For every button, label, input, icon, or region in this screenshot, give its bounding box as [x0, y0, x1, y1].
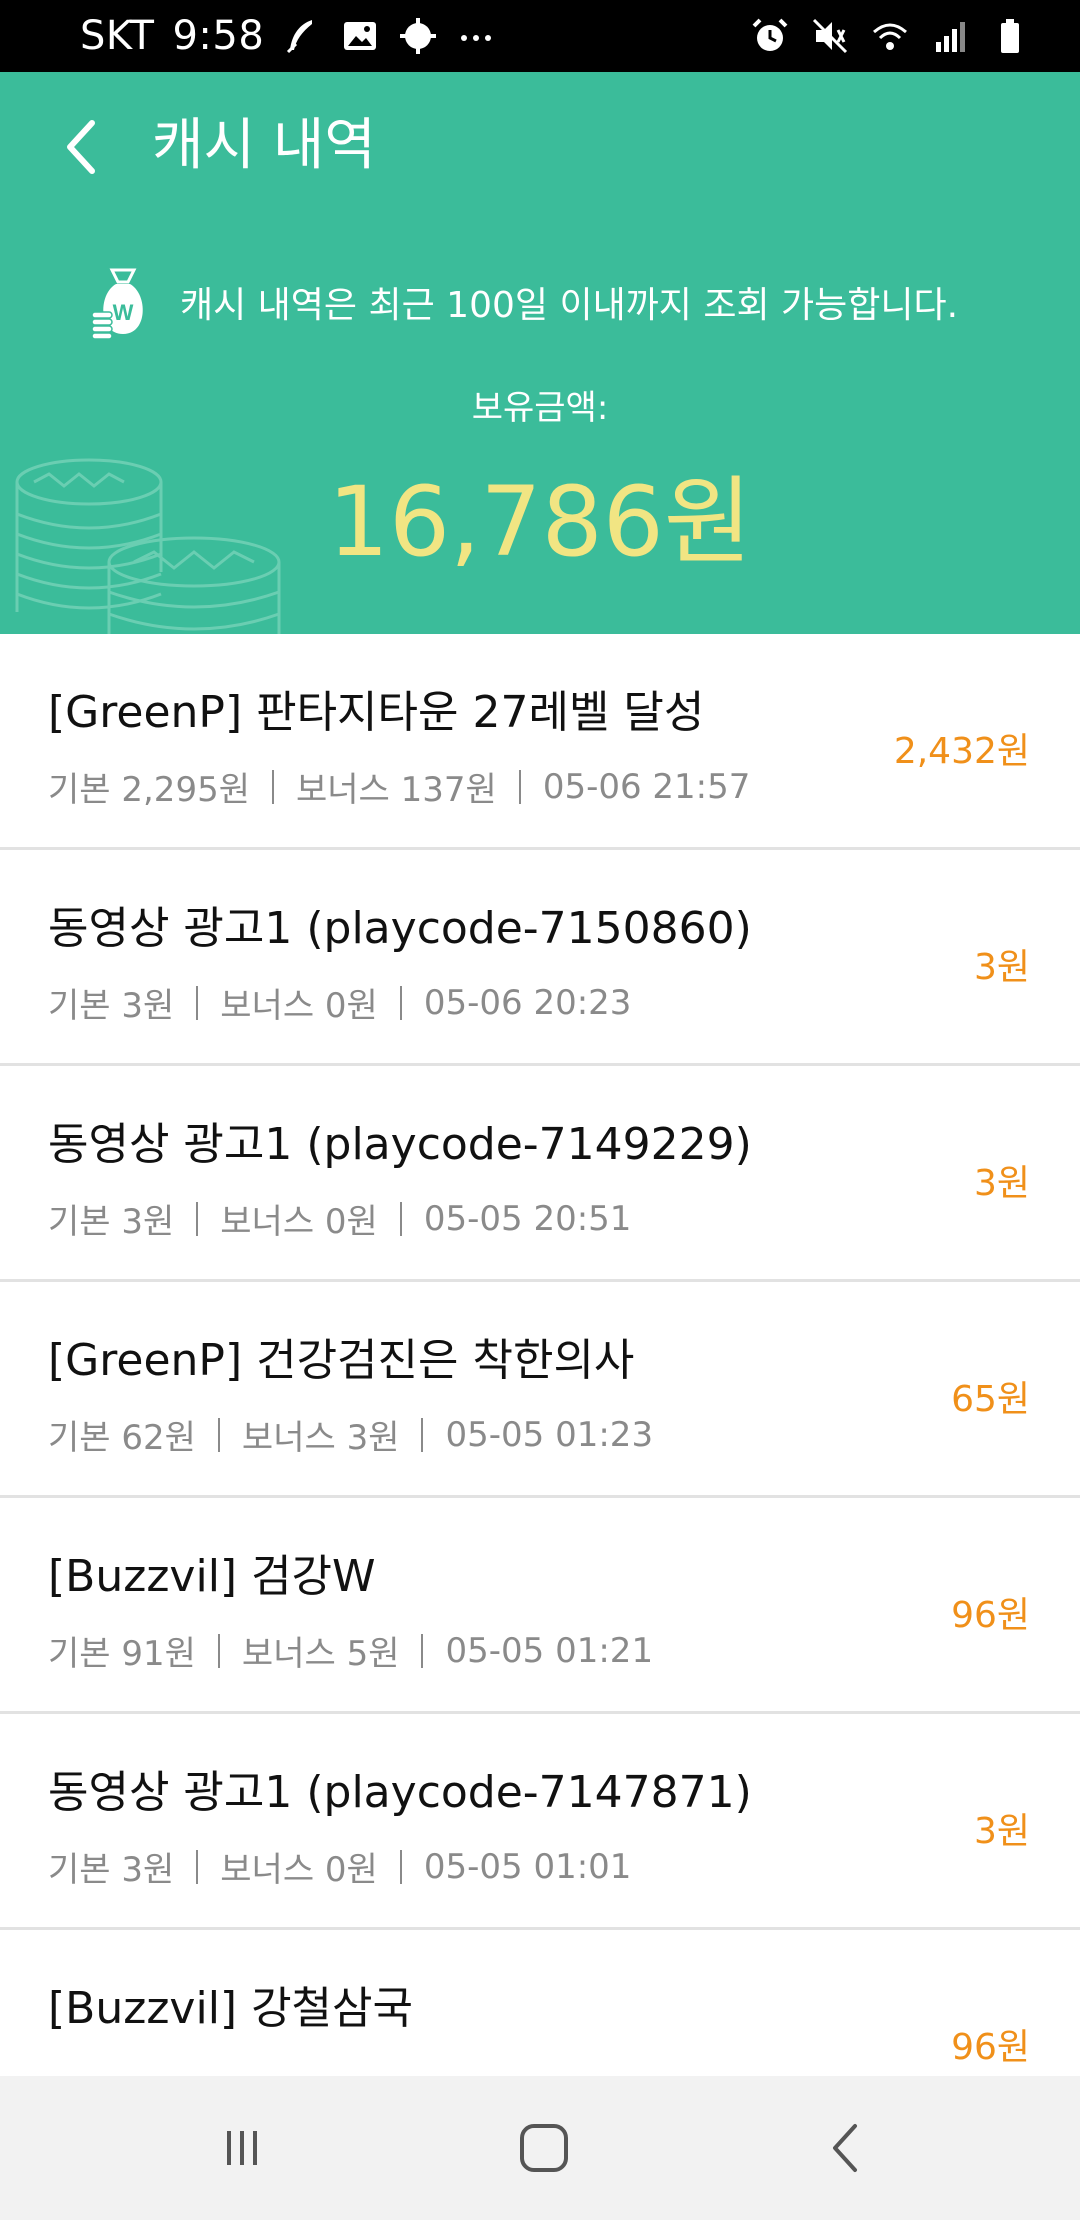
item-datetime: 05-05 01:23	[445, 1414, 654, 1455]
system-back-button[interactable]	[806, 2112, 886, 2184]
item-amount: 3원	[973, 1163, 1030, 1204]
item-meta: 기본 3원 보너스 0원 05-05 20:51	[48, 1194, 631, 1243]
list-item[interactable]: [Buzzvil] 강철삼국 96원	[0, 1930, 1080, 2076]
notice-text: 캐시 내역은 최근 100일 이내까지 조회 가능합니다.	[180, 285, 959, 326]
status-right	[750, 0, 1030, 72]
image-icon	[340, 16, 380, 56]
battery-icon	[990, 16, 1030, 56]
item-base: 기본 62원	[48, 1418, 196, 1458]
gear-icon	[398, 16, 438, 56]
item-bonus: 보너스 137원	[295, 770, 497, 810]
item-amount: 3원	[973, 1811, 1030, 1852]
item-title: 동영상 광고1 (playcode-7147871)	[48, 1767, 752, 1818]
item-base: 기본 3원	[48, 1850, 175, 1890]
item-amount: 96원	[951, 1595, 1030, 1636]
mute-icon	[810, 16, 850, 56]
divider	[399, 1201, 402, 1236]
item-datetime: 05-05 01:01	[423, 1846, 632, 1887]
list-item[interactable]: [GreenP] 판타지타운 27레벨 달성 기본 2,295원 보너스 137…	[0, 634, 1080, 850]
item-datetime: 05-05 01:21	[445, 1630, 654, 1671]
signal-icon	[930, 16, 970, 56]
item-amount: 96원	[951, 2027, 1030, 2068]
item-meta: 기본 3원 보너스 0원 05-05 01:01	[48, 1842, 631, 1891]
list-item[interactable]: 동영상 광고1 (playcode-7149229) 기본 3원 보너스 0원 …	[0, 1066, 1080, 1282]
clock: 9:58	[172, 13, 265, 59]
item-bonus: 보너스 3원	[241, 1418, 400, 1458]
back-icon	[833, 2124, 857, 2172]
wifi-icon	[870, 16, 910, 56]
item-title: 동영상 광고1 (playcode-7149229)	[48, 1119, 752, 1170]
status-bar: SKT 9:58	[0, 0, 1080, 72]
list-item[interactable]: 동영상 광고1 (playcode-7150860) 기본 3원 보너스 0원 …	[0, 850, 1080, 1066]
item-base: 기본 91원	[48, 1634, 196, 1674]
item-title: 동영상 광고1 (playcode-7150860)	[48, 903, 752, 954]
item-amount: 2,432원	[893, 731, 1030, 772]
divider	[217, 1417, 220, 1452]
home-button[interactable]	[504, 2112, 584, 2184]
item-meta: 기본 91원 보너스 5원 05-05 01:21	[48, 1626, 653, 1675]
alarm-icon	[750, 16, 790, 56]
recent-apps-button[interactable]	[202, 2112, 282, 2184]
item-title: [Buzzvil] 강철삼국	[48, 1983, 413, 2034]
divider	[196, 1201, 199, 1236]
list-item[interactable]: [GreenP] 건강검진은 착한의사 기본 62원 보너스 3원 05-05 …	[0, 1282, 1080, 1498]
divider	[399, 985, 402, 1020]
item-title: [Buzzvil] 검강W	[48, 1551, 376, 1602]
divider	[399, 1849, 402, 1884]
item-base: 기본 3원	[48, 1202, 175, 1242]
more-dots-icon	[456, 16, 496, 56]
item-bonus: 보너스 5원	[241, 1634, 400, 1674]
item-title: [GreenP] 건강검진은 착한의사	[48, 1335, 635, 1386]
page-title: 캐시 내역	[152, 113, 376, 178]
item-datetime: 05-06 20:23	[423, 982, 632, 1023]
home-icon	[520, 2124, 568, 2172]
notice-row: W 캐시 내역은 최근 100일 이내까지 조회 가능합니다.	[88, 262, 958, 342]
divider	[271, 769, 274, 804]
feather-icon	[282, 16, 322, 56]
divider	[421, 1417, 424, 1452]
divider	[196, 985, 199, 1020]
balance-amount: 16,786원	[327, 466, 753, 578]
list-item[interactable]: [Buzzvil] 검강W 기본 91원 보너스 5원 05-05 01:21 …	[0, 1498, 1080, 1714]
svg-text:W: W	[113, 300, 134, 325]
item-meta: 기본 62원 보너스 3원 05-05 01:23	[48, 1410, 653, 1459]
item-datetime: 05-06 21:57	[542, 766, 751, 807]
divider	[196, 1849, 199, 1884]
item-base: 기본 2,295원	[48, 770, 250, 810]
item-bonus: 보너스 0원	[220, 986, 378, 1026]
list-item[interactable]: 동영상 광고1 (playcode-7147871) 기본 3원 보너스 0원 …	[0, 1714, 1080, 1930]
divider	[217, 1633, 220, 1668]
back-button[interactable]	[50, 112, 110, 182]
item-amount: 65원	[951, 1379, 1030, 1420]
item-amount: 3원	[973, 947, 1030, 988]
recent-apps-icon	[227, 2131, 257, 2165]
item-meta: 기본 2,295원 보너스 137원 05-06 21:57	[48, 762, 750, 811]
item-bonus: 보너스 0원	[220, 1202, 378, 1242]
item-title: [GreenP] 판타지타운 27레벨 달성	[48, 687, 705, 738]
navigation-bar	[0, 2076, 1080, 2220]
status-left: SKT 9:58	[80, 0, 496, 72]
divider	[421, 1633, 424, 1668]
cash-history-list: [GreenP] 판타지타운 27레벨 달성 기본 2,295원 보너스 137…	[0, 634, 1080, 2076]
back-arrow-icon	[67, 120, 95, 174]
item-bonus: 보너스 0원	[220, 1850, 378, 1890]
header: 캐시 내역 W 캐시 내역은 최근 100일 이내까지 조회 가능합니다. 보유…	[0, 72, 1080, 634]
item-meta: 기본 3원 보너스 0원 05-06 20:23	[48, 978, 631, 1027]
money-bag-icon: W	[91, 268, 143, 340]
item-datetime: 05-05 20:51	[423, 1198, 632, 1239]
item-base: 기본 3원	[48, 986, 175, 1026]
balance-label: 보유금액:	[471, 388, 609, 428]
carrier-label: SKT	[80, 13, 155, 59]
divider	[518, 769, 521, 804]
